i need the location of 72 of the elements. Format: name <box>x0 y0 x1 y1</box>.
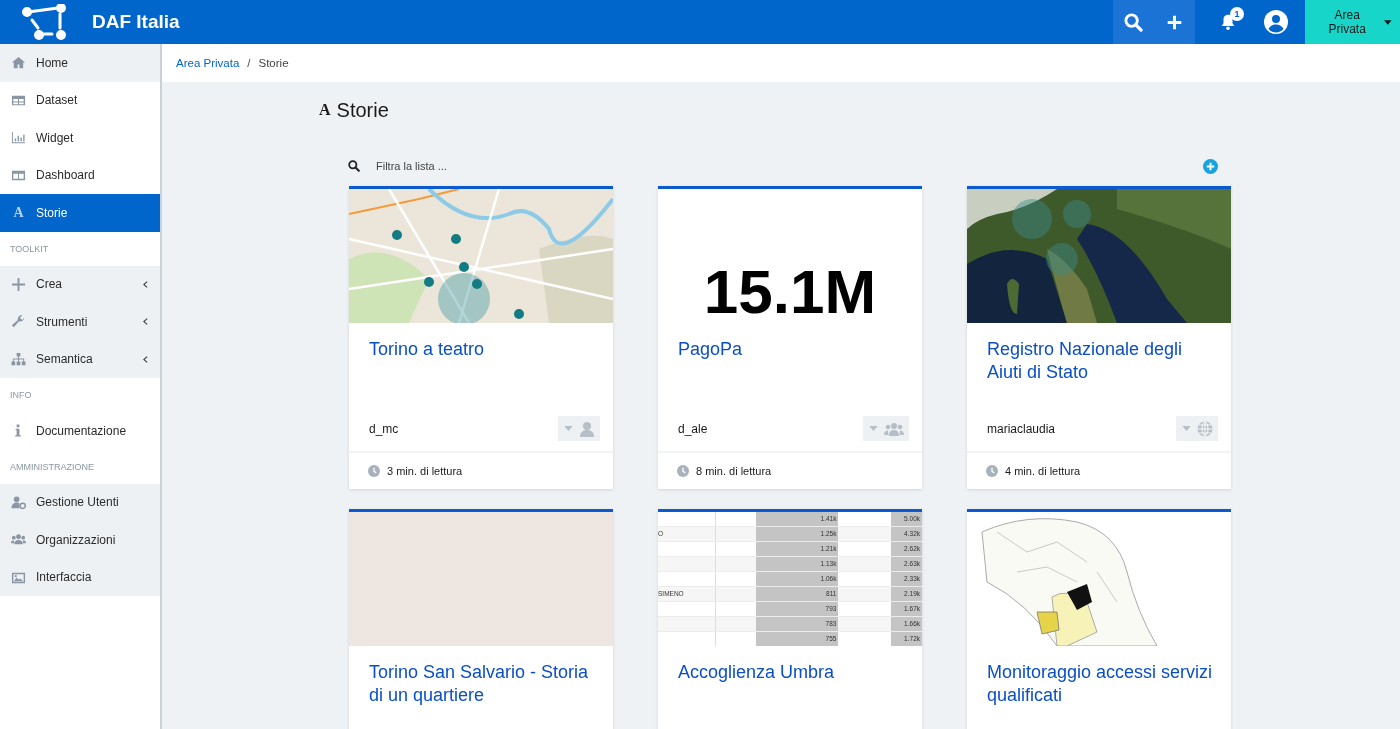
bar-chart-icon <box>11 130 26 146</box>
notification-count: 1 <box>1230 7 1244 21</box>
story-card[interactable]: Torino San Salvario - Storia di un quartiere <box>349 509 613 729</box>
page-title: Storie <box>336 98 389 122</box>
story-card[interactable]: Registro Nazionale degli Aiuti di Stato mariaclaudia 4 min. di lettura <box>967 186 1231 489</box>
section-heading: TOOLKIT <box>9 242 50 256</box>
search-icon <box>348 160 360 172</box>
caret-icon <box>1182 426 1191 431</box>
letter-icon: A <box>11 204 26 221</box>
section-heading: AMMINISTRAZIONE <box>9 460 95 474</box>
sidebar-item[interactable]: Gestione Utenti <box>0 483 160 521</box>
home-icon <box>11 55 26 71</box>
author-name: d_ale <box>678 421 708 436</box>
chevron-left-icon <box>143 280 148 288</box>
clock-icon <box>986 465 998 477</box>
reading-time: 4 min. di lettura <box>1005 465 1081 477</box>
sidebar-item[interactable]: Widget <box>0 119 160 157</box>
user-avatar-icon <box>1264 10 1288 34</box>
search-button[interactable] <box>1113 0 1154 44</box>
notifications-button[interactable]: 1 <box>1207 0 1249 44</box>
story-title[interactable]: Accoglienza Umbra <box>678 661 909 725</box>
network-logo-icon <box>22 4 66 40</box>
author-name: mariaclaudia <box>987 421 1056 436</box>
filter-field[interactable]: Filtra la lista ... <box>374 159 1189 173</box>
section-heading: INFO <box>9 389 33 402</box>
metric-value: 15.1M <box>702 256 878 323</box>
breadcrumb-link[interactable]: Area Privata <box>176 57 240 69</box>
sidebar-item[interactable]: Interfaccia <box>0 558 160 596</box>
area-dropdown[interactable]: Area Privata <box>1305 0 1400 44</box>
chevron-left-icon <box>143 318 148 326</box>
hierarchy-icon <box>11 351 26 367</box>
user-gear-icon <box>11 494 26 510</box>
caret-icon <box>1384 19 1392 25</box>
app-title: DAF Italia <box>92 11 180 33</box>
story-title[interactable]: Torino a teatro <box>369 338 600 402</box>
sidebar-item[interactable]: Organizzazioni <box>0 521 160 559</box>
search-icon <box>1124 12 1143 32</box>
story-card[interactable]: Monitoraggio accessi servizi qualificati <box>967 509 1231 729</box>
sidebar-item[interactable]: Home <box>0 44 160 82</box>
bell-icon <box>1219 13 1237 31</box>
plus-icon <box>11 276 26 292</box>
add-button[interactable] <box>1154 0 1195 44</box>
story-title[interactable]: Monitoraggio accessi servizi qualificati <box>987 661 1218 725</box>
sidebar-item[interactable]: Documentazione <box>0 412 160 450</box>
story-title[interactable]: Torino San Salvario - Storia di un quartiere <box>369 661 600 725</box>
plus-icon <box>1166 13 1183 31</box>
add-circle-icon[interactable] <box>1203 158 1218 174</box>
reading-time: 3 min. di lettura <box>387 465 463 477</box>
clock-icon <box>368 465 380 477</box>
sidebar-item[interactable]: Dataset <box>0 81 160 119</box>
sidebar-item[interactable]: Strumenti <box>0 303 160 341</box>
author-name: d_mc <box>369 421 399 436</box>
reading-time: 8 min. di lettura <box>696 465 772 477</box>
clock-icon <box>677 465 689 477</box>
caret-icon <box>869 426 878 431</box>
story-title[interactable]: Registro Nazionale degli Aiuti di Stato <box>987 338 1218 402</box>
story-title[interactable]: PagoPa <box>678 338 909 402</box>
sidebar-item[interactable]: Dashboard <box>0 156 160 194</box>
sidebar-item[interactable]: A Storie <box>0 194 160 232</box>
story-card[interactable]: Torino a teatro d_mc 3 min. di lettura <box>349 186 613 489</box>
visibility-dropdown[interactable] <box>558 416 600 441</box>
breadcrumb-separator: / <box>247 57 251 69</box>
sidebar-item[interactable]: Crea <box>0 265 160 303</box>
chevron-left-icon <box>143 355 148 363</box>
story-card[interactable]: 15.1M PagoPa d_ale 8 min. di lettura <box>658 186 922 489</box>
wrench-icon <box>11 314 26 330</box>
caret-icon <box>564 426 573 431</box>
visibility-dropdown[interactable] <box>863 416 909 441</box>
sidebar-item[interactable]: Semantica <box>0 340 160 378</box>
letter-icon: A <box>319 101 331 119</box>
visibility-dropdown[interactable] <box>1176 416 1218 441</box>
breadcrumb-current: Storie <box>258 57 289 69</box>
